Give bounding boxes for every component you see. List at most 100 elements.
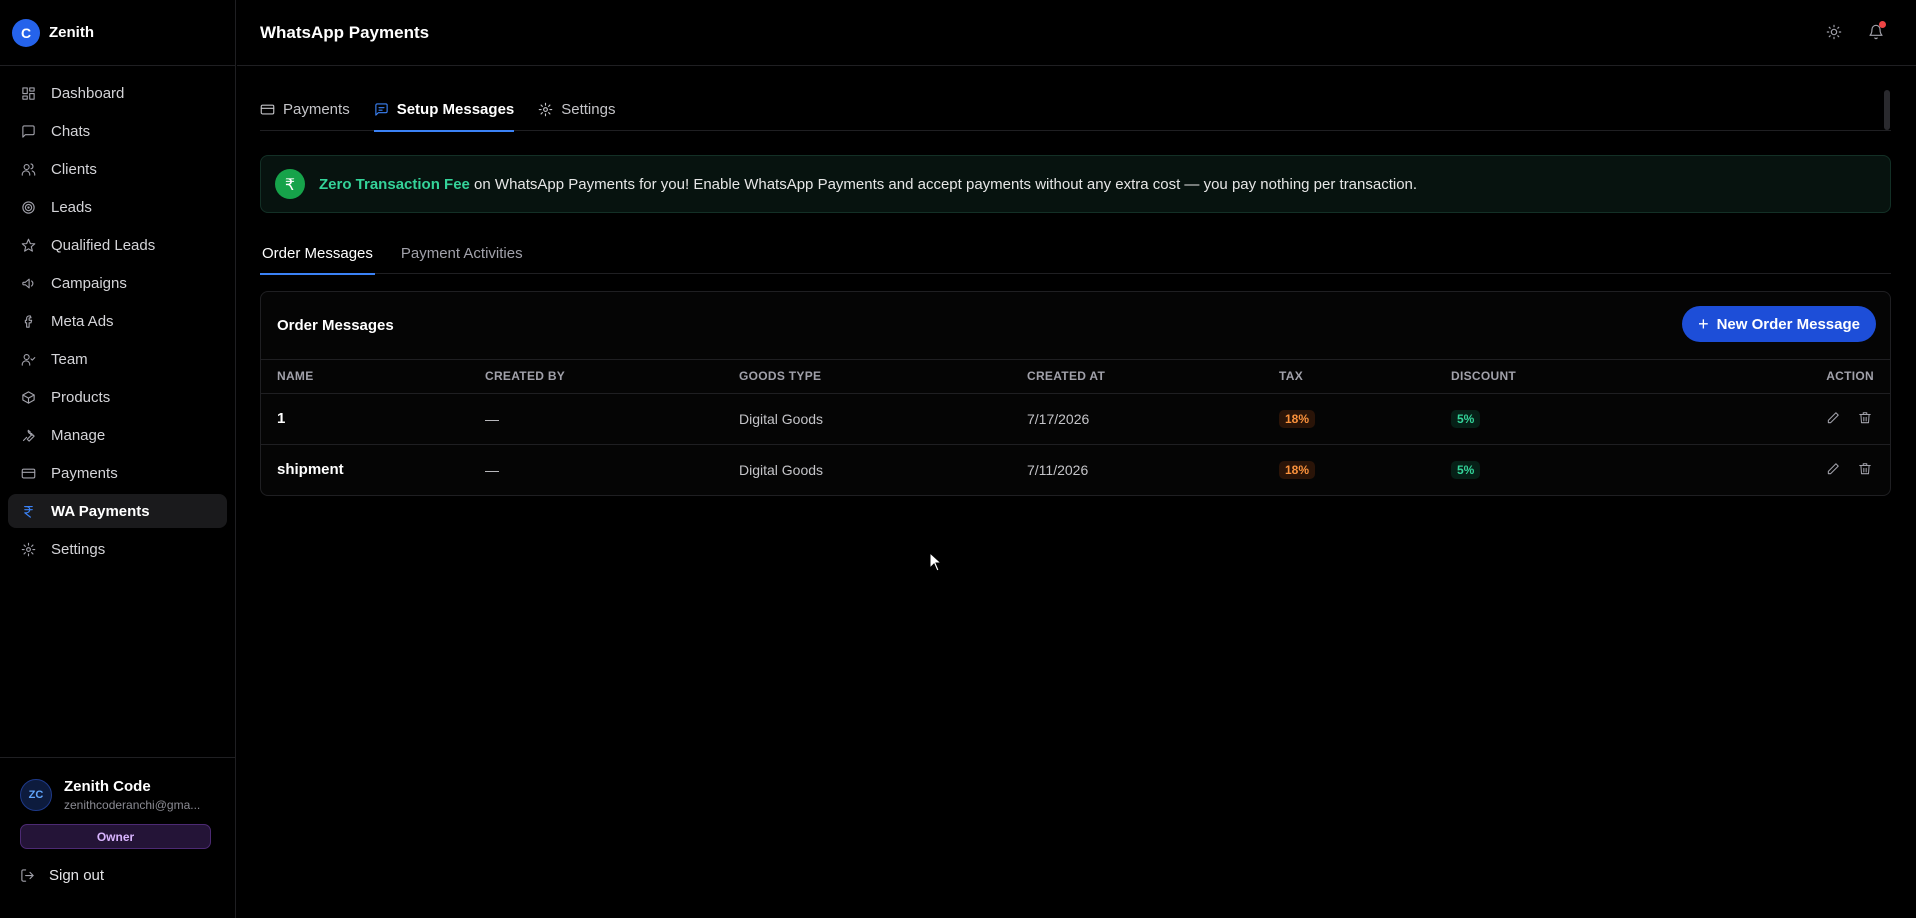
sidebar-item-clients[interactable]: Clients <box>8 152 227 186</box>
rupee-icon <box>20 503 36 519</box>
brand-name: Zenith <box>49 24 94 41</box>
sign-out-button[interactable]: Sign out <box>20 867 236 884</box>
tab-setup-messages[interactable]: Setup Messages <box>373 88 515 132</box>
tab-label: Settings <box>561 101 616 118</box>
card-title: Order Messages <box>277 317 394 334</box>
tab-payments[interactable]: Payments <box>260 88 350 131</box>
tax-badge: 18% <box>1279 409 1316 428</box>
tab-payment-activities[interactable]: Payment Activities <box>399 232 525 274</box>
column-header: NAME <box>277 369 314 384</box>
column-header: DISCOUNT <box>1451 369 1517 384</box>
gear-icon <box>20 541 36 557</box>
notifications-button[interactable] <box>1866 21 1886 42</box>
top-header: WhatsApp Payments <box>237 0 1916 66</box>
plus-icon: + <box>1698 313 1709 334</box>
banner-body: on WhatsApp Payments for you! Enable Wha… <box>469 175 1418 193</box>
cell-goods-type: Digital Goods <box>739 461 824 478</box>
discount-badge: 5% <box>1451 409 1481 428</box>
user-check-icon <box>20 351 36 367</box>
sidebar-item-label: Chats <box>51 122 91 140</box>
trash-icon <box>1859 412 1871 424</box>
sidebar-item-team[interactable]: Team <box>8 342 227 376</box>
trash-icon <box>1859 463 1871 475</box>
button-label: New Order Message <box>1716 315 1860 333</box>
sidebar-item-wa-payments[interactable]: WA Payments <box>8 494 227 528</box>
sidebar: C Zenith Dashboard Chats Clients Leads Q… <box>0 0 236 918</box>
sidebar-item-payments[interactable]: Payments <box>8 456 227 490</box>
sidebar-item-products[interactable]: Products <box>8 380 227 414</box>
user-block: ZC Zenith Code zenithcoderanchi@gma... O… <box>0 757 236 918</box>
delete-button[interactable] <box>1856 460 1874 478</box>
sidebar-item-campaigns[interactable]: Campaigns <box>8 266 227 300</box>
grid-icon <box>20 85 36 101</box>
tab-order-messages[interactable]: Order Messages <box>260 232 375 275</box>
tab-label: Setup Messages <box>396 101 515 118</box>
user-profile[interactable]: ZC Zenith Code zenithcoderanchi@gma... <box>0 758 236 812</box>
facebook-icon <box>20 313 36 329</box>
sidebar-item-label: Campaigns <box>51 274 127 292</box>
table-row: shipment — Digital Goods 7/11/2026 18% 5… <box>261 444 1890 495</box>
sidebar-item-manage[interactable]: Manage <box>8 418 227 452</box>
gear-icon <box>538 102 553 117</box>
edit-button[interactable] <box>1824 409 1842 427</box>
column-header: CREATED BY <box>485 369 566 384</box>
sidebar-item-label: Manage <box>51 426 106 444</box>
cell-name: shipment <box>277 461 344 479</box>
column-header: CREATED AT <box>1027 369 1106 384</box>
pencil-icon <box>1827 412 1839 424</box>
discount-badge: 5% <box>1451 460 1481 479</box>
cell-created-at: 7/17/2026 <box>1027 410 1090 427</box>
sidebar-item-label: Clients <box>51 160 97 178</box>
page-title: WhatsApp Payments <box>260 22 430 42</box>
sidebar-item-label: Settings <box>51 540 106 558</box>
cell-created-at: 7/11/2026 <box>1027 461 1089 478</box>
chat-icon <box>20 123 36 139</box>
avatar: ZC <box>20 779 52 811</box>
banner-highlight: Zero Transaction Fee <box>319 175 470 193</box>
wrench-icon <box>20 427 36 443</box>
sidebar-item-label: Leads <box>51 198 92 216</box>
sidebar-nav: Dashboard Chats Clients Leads Qualified … <box>0 66 235 566</box>
sidebar-item-settings[interactable]: Settings <box>8 532 227 566</box>
sidebar-item-qualified-leads[interactable]: Qualified Leads <box>8 228 227 262</box>
order-messages-card: Order Messages + New Order Message NAME … <box>260 291 1891 496</box>
brand-logo: C <box>12 18 40 47</box>
tab-settings[interactable]: Settings <box>538 88 615 131</box>
theme-toggle-button[interactable] <box>1824 22 1844 42</box>
zero-fee-banner: ₹ Zero Transaction Fee on WhatsApp Payme… <box>260 155 1891 213</box>
sidebar-item-meta-ads[interactable]: Meta Ads <box>8 304 227 338</box>
star-icon <box>20 237 36 253</box>
sidebar-item-label: Qualified Leads <box>51 236 156 254</box>
user-email: zenithcoderanchi@gma... <box>64 798 201 812</box>
sidebar-item-label: Payments <box>51 464 118 482</box>
tab-label: Payments <box>283 101 350 118</box>
delete-button[interactable] <box>1856 409 1874 427</box>
new-order-message-button[interactable]: + New Order Message <box>1682 306 1876 342</box>
sidebar-item-label: Dashboard <box>51 84 125 102</box>
message-icon <box>375 103 388 116</box>
brand[interactable]: C Zenith <box>0 0 235 66</box>
sidebar-item-label: WA Payments <box>51 502 150 520</box>
edit-button[interactable] <box>1824 460 1842 478</box>
sidebar-item-dashboard[interactable]: Dashboard <box>8 76 227 110</box>
sidebar-item-leads[interactable]: Leads <box>8 190 227 224</box>
sun-icon <box>1826 24 1842 40</box>
sidebar-item-label: Products <box>51 388 111 406</box>
sidebar-item-chats[interactable]: Chats <box>8 114 227 148</box>
cell-created-by: — <box>485 461 499 478</box>
tax-badge: 18% <box>1279 460 1316 479</box>
order-messages-table: NAME CREATED BY GOODS TYPE CREATED AT TA… <box>261 360 1890 495</box>
pencil-icon <box>1827 463 1839 475</box>
users-icon <box>20 161 36 177</box>
primary-tabs: Payments Setup Messages Settings <box>260 88 1891 132</box>
column-header: GOODS TYPE <box>739 369 822 384</box>
target-icon <box>20 199 36 215</box>
card-icon <box>20 465 36 481</box>
table-row: 1 — Digital Goods 7/17/2026 18% 5% <box>261 393 1890 444</box>
sign-out-label: Sign out <box>49 867 105 884</box>
card-icon <box>260 104 275 115</box>
sidebar-item-label: Meta Ads <box>51 312 114 330</box>
secondary-tabs: Order Messages Payment Activities <box>260 232 1891 275</box>
box-icon <box>20 389 36 405</box>
rupee-icon: ₹ <box>275 169 305 199</box>
